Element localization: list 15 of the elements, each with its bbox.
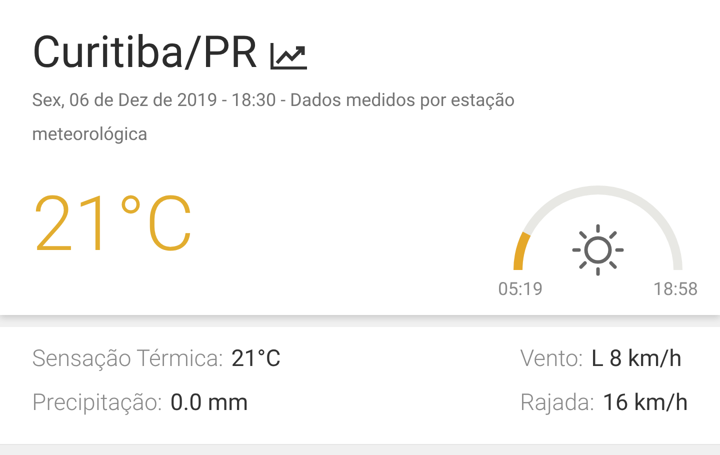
city-title: Curitiba/PR xyxy=(32,25,258,80)
detail-value: L 8 km/h xyxy=(591,344,682,374)
sun-icon xyxy=(572,224,624,276)
detail-label: Sensação Térmica: xyxy=(32,344,224,374)
detail-label: Precipitação: xyxy=(32,388,162,418)
measurement-info: Sex, 06 de Dez de 2019 - 18:30 - Dados medidos por estação meteorológica xyxy=(32,89,516,147)
detail-value: 0.0 mm xyxy=(170,388,248,418)
sunset-time: 18:58 xyxy=(653,278,698,302)
sunrise-time: 05:19 xyxy=(498,278,543,302)
trend-chart-icon xyxy=(269,41,310,71)
detail-value: 21°C xyxy=(231,344,281,374)
detail-label: Rajada: xyxy=(520,388,594,418)
detail-label: Vento: xyxy=(520,344,584,374)
temperature: 21°C xyxy=(32,184,194,264)
detail-value: 16 km/h xyxy=(602,388,688,418)
